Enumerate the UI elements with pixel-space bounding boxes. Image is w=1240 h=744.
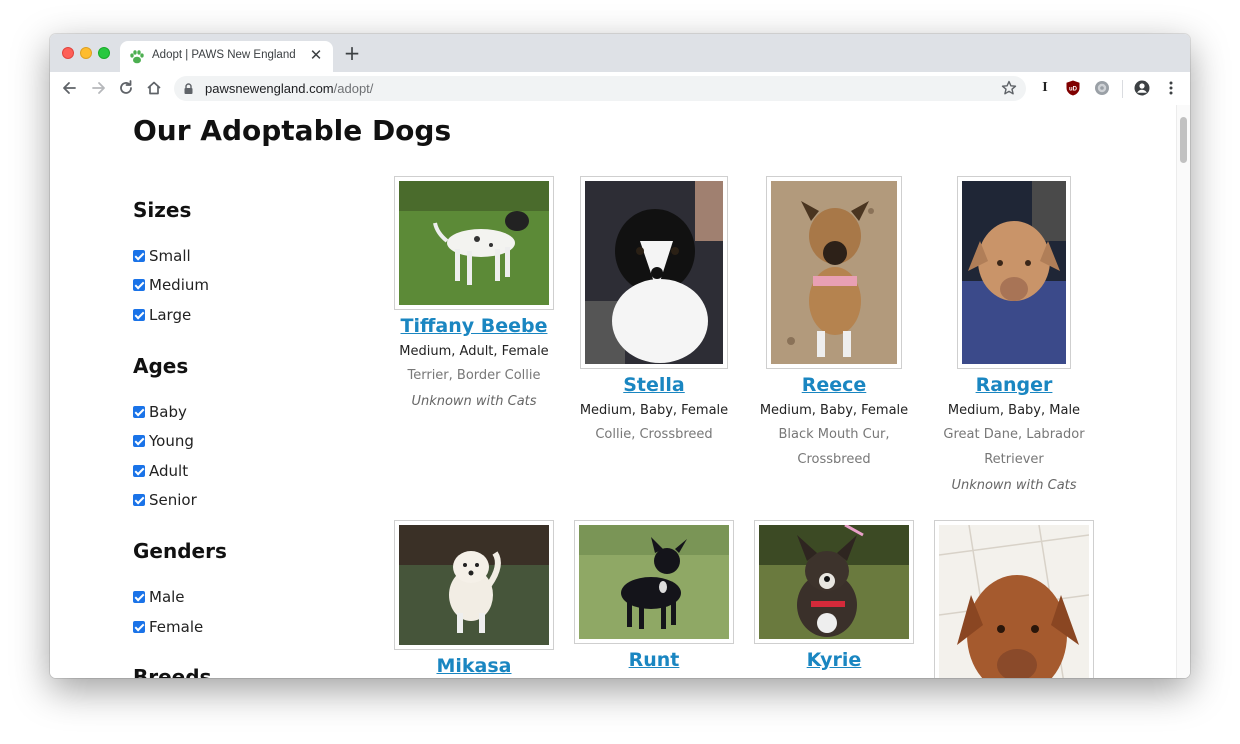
- page-title: Our Adoptable Dogs: [133, 114, 452, 147]
- dog-photo-image: [939, 525, 1089, 678]
- filter-label: Senior: [149, 491, 197, 509]
- dog-name-link[interactable]: Kyrie: [744, 649, 924, 671]
- dog-photo[interactable]: [754, 520, 914, 644]
- dog-photo-image: [962, 181, 1066, 364]
- dog-meta: Medium, Baby, Male: [947, 403, 1081, 418]
- url-path: /adopt/: [333, 81, 374, 96]
- close-window-button[interactable]: [62, 47, 74, 59]
- dog-photo[interactable]: [394, 176, 554, 310]
- filter-label: Baby: [149, 403, 187, 421]
- profile-avatar-icon[interactable]: [1133, 79, 1151, 97]
- dog-name-link[interactable]: Tiffany Beebe: [384, 315, 564, 337]
- forward-arrow-icon[interactable]: [88, 78, 108, 98]
- dog-name-link[interactable]: Runt: [564, 649, 744, 671]
- filter-label: Small: [149, 247, 191, 265]
- dog-photo[interactable]: [580, 176, 728, 369]
- filter-label: Male: [149, 588, 185, 606]
- genders-heading: Genders: [133, 539, 227, 563]
- checkbox-checked-icon[interactable]: [133, 435, 145, 447]
- checkbox-checked-icon[interactable]: [133, 406, 145, 418]
- checkbox-checked-icon[interactable]: [133, 621, 145, 633]
- tab-strip: Adopt | PAWS New England ✕ +: [50, 34, 1190, 72]
- dog-card-mikasa: Mikasa: [384, 520, 564, 678]
- close-tab-icon[interactable]: ✕: [307, 46, 325, 64]
- dog-photo-image: [759, 525, 909, 639]
- ublock-shield-icon[interactable]: uD: [1064, 79, 1082, 97]
- vertical-scrollbar[interactable]: [1176, 105, 1190, 678]
- bookmark-star-icon[interactable]: [1000, 79, 1018, 97]
- dog-card-ranger: Ranger Medium, Baby, Male Great Dane, La…: [924, 176, 1104, 496]
- url-text[interactable]: pawsnewengland.com/adopt/: [205, 81, 373, 96]
- page-viewport: Our Adoptable Dogs Sizes Small Medium La…: [50, 105, 1190, 678]
- dog-breed: Collie, Crossbreed: [595, 427, 713, 442]
- more-menu-icon[interactable]: [1162, 79, 1180, 97]
- scrollbar-thumb[interactable]: [1180, 117, 1187, 163]
- filter-label: Large: [149, 306, 192, 324]
- filter-label: Adult: [149, 462, 189, 480]
- tab-adopt[interactable]: Adopt | PAWS New England ✕: [120, 41, 333, 72]
- dog-name-link[interactable]: Mikasa: [384, 655, 564, 677]
- dog-photo[interactable]: [957, 176, 1071, 369]
- dog-photo-image: [771, 181, 897, 364]
- checkbox-checked-icon[interactable]: [133, 494, 145, 506]
- ages-heading: Ages: [133, 354, 189, 378]
- dog-card-unnamed: [924, 520, 1104, 678]
- i-extension-icon[interactable]: I: [1036, 79, 1054, 97]
- url-domain: pawsnewengland.com: [205, 81, 334, 96]
- dog-photo[interactable]: [934, 520, 1094, 678]
- dog-name-link[interactable]: Ranger: [924, 374, 1104, 396]
- toolbar-divider: [1122, 80, 1123, 98]
- filter-label: Female: [149, 618, 204, 636]
- dog-photo[interactable]: [394, 520, 554, 650]
- browser-toolbar: pawsnewengland.com/adopt/ I uD: [50, 72, 1190, 106]
- browser-window: Adopt | PAWS New England ✕ + pawsnewengl…: [50, 34, 1190, 678]
- checkbox-checked-icon[interactable]: [133, 591, 145, 603]
- dog-photo-image: [585, 181, 723, 364]
- home-icon[interactable]: [144, 78, 164, 98]
- dog-meta: Medium, Baby, Female: [759, 403, 909, 418]
- dog-card-tiffany-beebe: Tiffany Beebe Medium, Adult, Female Terr…: [384, 176, 564, 436]
- dog-card-kyrie: Kyrie: [744, 520, 924, 678]
- filter-label: Medium: [149, 276, 209, 294]
- checkbox-checked-icon[interactable]: [133, 279, 145, 291]
- checkbox-checked-icon[interactable]: [133, 250, 145, 262]
- dog-card-runt: Runt: [564, 520, 744, 678]
- dog-meta: Medium, Adult, Female: [399, 344, 549, 359]
- breeds-heading: Breeds: [133, 665, 212, 678]
- dog-photo[interactable]: [766, 176, 902, 369]
- tab-title: Adopt | PAWS New England: [152, 49, 296, 61]
- reload-icon[interactable]: [116, 78, 136, 98]
- dog-photo-image: [399, 525, 549, 645]
- maximize-window-button[interactable]: [98, 47, 110, 59]
- dog-breed: Black Mouth Cur, Crossbreed: [778, 427, 890, 467]
- dog-card-stella: Stella Medium, Baby, Female Collie, Cros…: [564, 176, 744, 476]
- dog-name-link[interactable]: Stella: [564, 374, 744, 396]
- back-arrow-icon[interactable]: [60, 78, 80, 98]
- address-bar[interactable]: pawsnewengland.com/adopt/: [174, 76, 1026, 101]
- dog-breed: Terrier, Border Collie: [407, 368, 541, 383]
- checkbox-checked-icon[interactable]: [133, 465, 145, 477]
- ublock-label: uD: [1069, 87, 1078, 93]
- new-tab-button[interactable]: +: [342, 43, 362, 63]
- sizes-heading: Sizes: [133, 198, 192, 222]
- dog-name-link[interactable]: Reece: [744, 374, 924, 396]
- dog-card-reece: Reece Medium, Baby, Female Black Mouth C…: [744, 176, 924, 476]
- dog-photo-image: [399, 181, 549, 305]
- dog-cats-note: Unknown with Cats: [411, 394, 537, 409]
- checkbox-checked-icon[interactable]: [133, 309, 145, 321]
- dog-breed: Great Dane, Labrador Retriever: [943, 427, 1085, 467]
- paw-icon: [130, 50, 144, 64]
- dog-photo[interactable]: [574, 520, 734, 644]
- lock-icon[interactable]: [183, 83, 194, 94]
- dog-meta: Medium, Baby, Female: [579, 403, 729, 418]
- minimize-window-button[interactable]: [80, 47, 92, 59]
- settings-gear-extension-icon[interactable]: [1093, 79, 1111, 97]
- dog-cats-note: Unknown with Cats: [951, 478, 1077, 493]
- dog-photo-image: [579, 525, 729, 639]
- filter-label: Young: [149, 432, 194, 450]
